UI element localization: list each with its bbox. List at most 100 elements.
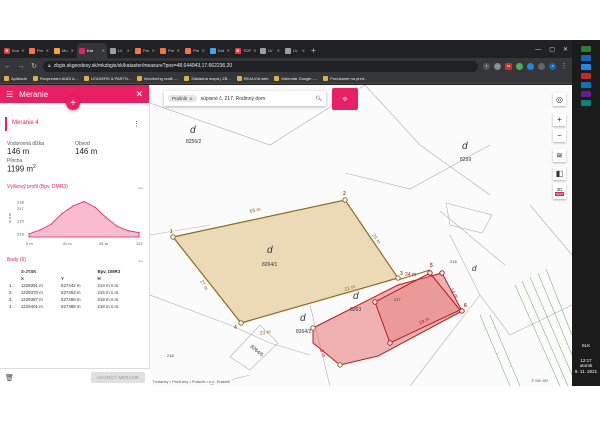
browser-tab[interactable]: R Kon ✕ bbox=[2, 43, 26, 58]
browser-tab[interactable]: LV ✕ bbox=[108, 43, 132, 58]
app-icon[interactable] bbox=[581, 46, 591, 52]
browser-tab[interactable]: Pre ✕ bbox=[158, 43, 182, 58]
bookmark-label: REALVIA web bbox=[243, 76, 269, 81]
vertex-point[interactable] bbox=[310, 325, 316, 331]
cadastre-map[interactable]: 69 m 24 m 27 m 21 m 24 m 19 m 14 m 23 m … bbox=[150, 85, 572, 386]
bookmark-item[interactable]: Aplikácie bbox=[4, 76, 27, 81]
chevron-up-icon[interactable]: ︿ bbox=[138, 257, 143, 264]
tab-close-icon[interactable]: ✕ bbox=[127, 48, 130, 53]
tab-close-icon[interactable]: ✕ bbox=[302, 48, 305, 53]
locate-me-icon[interactable]: ◎ bbox=[553, 93, 566, 106]
vertex-point[interactable] bbox=[170, 234, 176, 240]
bookmark-label: LEADERS & PARTN... bbox=[91, 76, 132, 81]
vertex-point[interactable] bbox=[372, 299, 378, 305]
bookmark-item[interactable]: Monitoring realit -... bbox=[137, 76, 178, 81]
clock-date: 9. 11. 2021 bbox=[574, 368, 598, 374]
tab-close-icon[interactable]: ✕ bbox=[46, 48, 49, 53]
profile-avatar[interactable]: Z bbox=[549, 62, 556, 70]
points-section-header[interactable]: Body (6) ︿ bbox=[7, 257, 143, 264]
app-icon[interactable] bbox=[581, 91, 591, 97]
reload-icon[interactable]: ↻ bbox=[30, 62, 38, 70]
app-icon[interactable] bbox=[581, 55, 591, 61]
bookmark-item[interactable]: LEADERS & PARTN... bbox=[84, 76, 131, 81]
location-chip[interactable]: Prašník ⊗ bbox=[168, 95, 197, 102]
tab-close-icon[interactable]: ✕ bbox=[227, 48, 230, 53]
address-bar[interactable]: 🔒︎ zbgis.skgeodesy.sk/mkzbgis/sk/kataste… bbox=[43, 60, 478, 72]
parcel-boundary bbox=[449, 234, 572, 336]
vertex-point[interactable] bbox=[342, 197, 348, 203]
tab-close-icon[interactable]: ✕ bbox=[102, 48, 105, 53]
bookmark-item[interactable]: Ponúkame na pred... bbox=[323, 76, 367, 81]
close-window-icon[interactable]: ✕ bbox=[563, 43, 568, 58]
map-search-bar[interactable]: Prašník ⊗ súpisné č. 217, Rodinný dom 🔍︎ bbox=[164, 91, 326, 106]
vertex-point[interactable] bbox=[459, 308, 465, 314]
chevron-up-icon[interactable]: ︿ bbox=[138, 184, 143, 191]
app-icon[interactable] bbox=[581, 64, 591, 70]
menu-dots-icon[interactable]: ⋮ bbox=[560, 62, 568, 70]
browser-tab[interactable]: Pre ✕ bbox=[183, 43, 207, 58]
bookmark-item[interactable]: Rozpredam AUDI A... bbox=[33, 76, 78, 81]
star-icon[interactable]: ☆ bbox=[494, 62, 501, 70]
tab-label: Kat bbox=[87, 48, 94, 53]
profile-x-tick: 41 m bbox=[63, 241, 73, 246]
share-icon[interactable]: ⇪ bbox=[483, 62, 490, 70]
tab-label: TOP bbox=[243, 48, 252, 53]
tab-close-icon[interactable]: ✕ bbox=[202, 48, 205, 53]
map-view[interactable]: 69 m 24 m 27 m 21 m 24 m 19 m 14 m 23 m … bbox=[150, 85, 572, 386]
bookmark-item[interactable]: REALVIA web bbox=[236, 76, 269, 81]
vertex-point[interactable] bbox=[337, 362, 343, 368]
3d-toggle-button[interactable]: 3D TEST bbox=[553, 183, 566, 199]
vertex-point[interactable] bbox=[238, 320, 244, 326]
tab-close-icon[interactable]: ✕ bbox=[177, 48, 180, 53]
tab-close-icon[interactable]: ✕ bbox=[253, 48, 256, 53]
layers-icon[interactable]: ≋ bbox=[553, 149, 566, 162]
browser-tab[interactable]: R TOP ✕ bbox=[233, 43, 257, 58]
zoom-out-button[interactable]: − bbox=[553, 129, 566, 142]
tab-close-icon[interactable]: ✕ bbox=[21, 48, 24, 53]
tab-close-icon[interactable]: ✕ bbox=[277, 48, 280, 53]
more-options-icon[interactable]: ⋮ bbox=[133, 120, 140, 128]
browser-tab[interactable]: LV ✕ bbox=[283, 43, 307, 58]
measurement-title-row: Meranie 4 ⋮ bbox=[12, 120, 140, 128]
browser-tab[interactable]: Mo ✕ bbox=[52, 43, 76, 58]
maximize-icon[interactable]: ▢ bbox=[549, 43, 555, 58]
browser-tab[interactable]: Pre ✕ bbox=[133, 43, 157, 58]
zoom-in-button[interactable]: + bbox=[553, 113, 566, 126]
vertex-point[interactable] bbox=[439, 270, 445, 276]
finish-measurement-button[interactable]: UKONČIŤ MERANIE bbox=[90, 372, 145, 383]
app-icon[interactable] bbox=[581, 100, 591, 106]
bookmark-item[interactable]: Kalendár Google -... bbox=[274, 76, 317, 81]
location-pin-button[interactable]: ⌖ bbox=[332, 88, 358, 110]
vertex-point[interactable] bbox=[427, 270, 433, 276]
parcel-symbol: d bbox=[462, 141, 468, 152]
back-icon[interactable]: ← bbox=[4, 63, 12, 70]
minimize-icon[interactable]: — bbox=[535, 43, 541, 58]
app-icon[interactable] bbox=[581, 73, 591, 79]
language-indicator[interactable]: SLK bbox=[572, 343, 600, 348]
building-outline bbox=[445, 202, 493, 234]
puzzle-icon[interactable] bbox=[538, 62, 545, 70]
new-tab-button[interactable]: + bbox=[308, 43, 319, 58]
browser-tab[interactable]: Kat ✕ bbox=[208, 43, 232, 58]
bookmark-item[interactable]: Základná mapa | ZB... bbox=[184, 76, 231, 81]
app-icon[interactable] bbox=[581, 82, 591, 88]
measurement-name[interactable]: Meranie 4 bbox=[12, 120, 39, 128]
vertex-point[interactable] bbox=[387, 340, 393, 346]
tab-close-icon[interactable]: ✕ bbox=[71, 48, 74, 53]
trash-icon[interactable]: 🗑︎ bbox=[5, 374, 14, 382]
legend-icon[interactable]: ◧ bbox=[553, 167, 566, 180]
extension-icon[interactable] bbox=[527, 62, 534, 70]
extension-badge-icon[interactable]: 34 bbox=[505, 62, 512, 70]
close-icon[interactable]: ✕ bbox=[135, 89, 143, 100]
system-clock[interactable]: 12:17 utorok 9. 11. 2021 bbox=[572, 358, 600, 375]
hamburger-icon[interactable]: ☰ bbox=[6, 90, 13, 99]
forward-icon[interactable]: → bbox=[17, 63, 25, 70]
browser-tab[interactable]: LV ✕ bbox=[258, 43, 282, 58]
browser-tab[interactable]: Pre ✕ bbox=[27, 43, 51, 58]
browser-tab[interactable]: Kat ✕ bbox=[77, 43, 107, 58]
extension-icon[interactable] bbox=[516, 62, 523, 70]
chip-remove-icon[interactable]: ⊗ bbox=[189, 96, 192, 101]
tab-close-icon[interactable]: ✕ bbox=[152, 48, 155, 53]
search-icon[interactable]: 🔍︎ bbox=[316, 96, 322, 102]
profile-section-header[interactable]: Výškový profil (Bpv, DMR3) ︿ bbox=[7, 184, 143, 191]
